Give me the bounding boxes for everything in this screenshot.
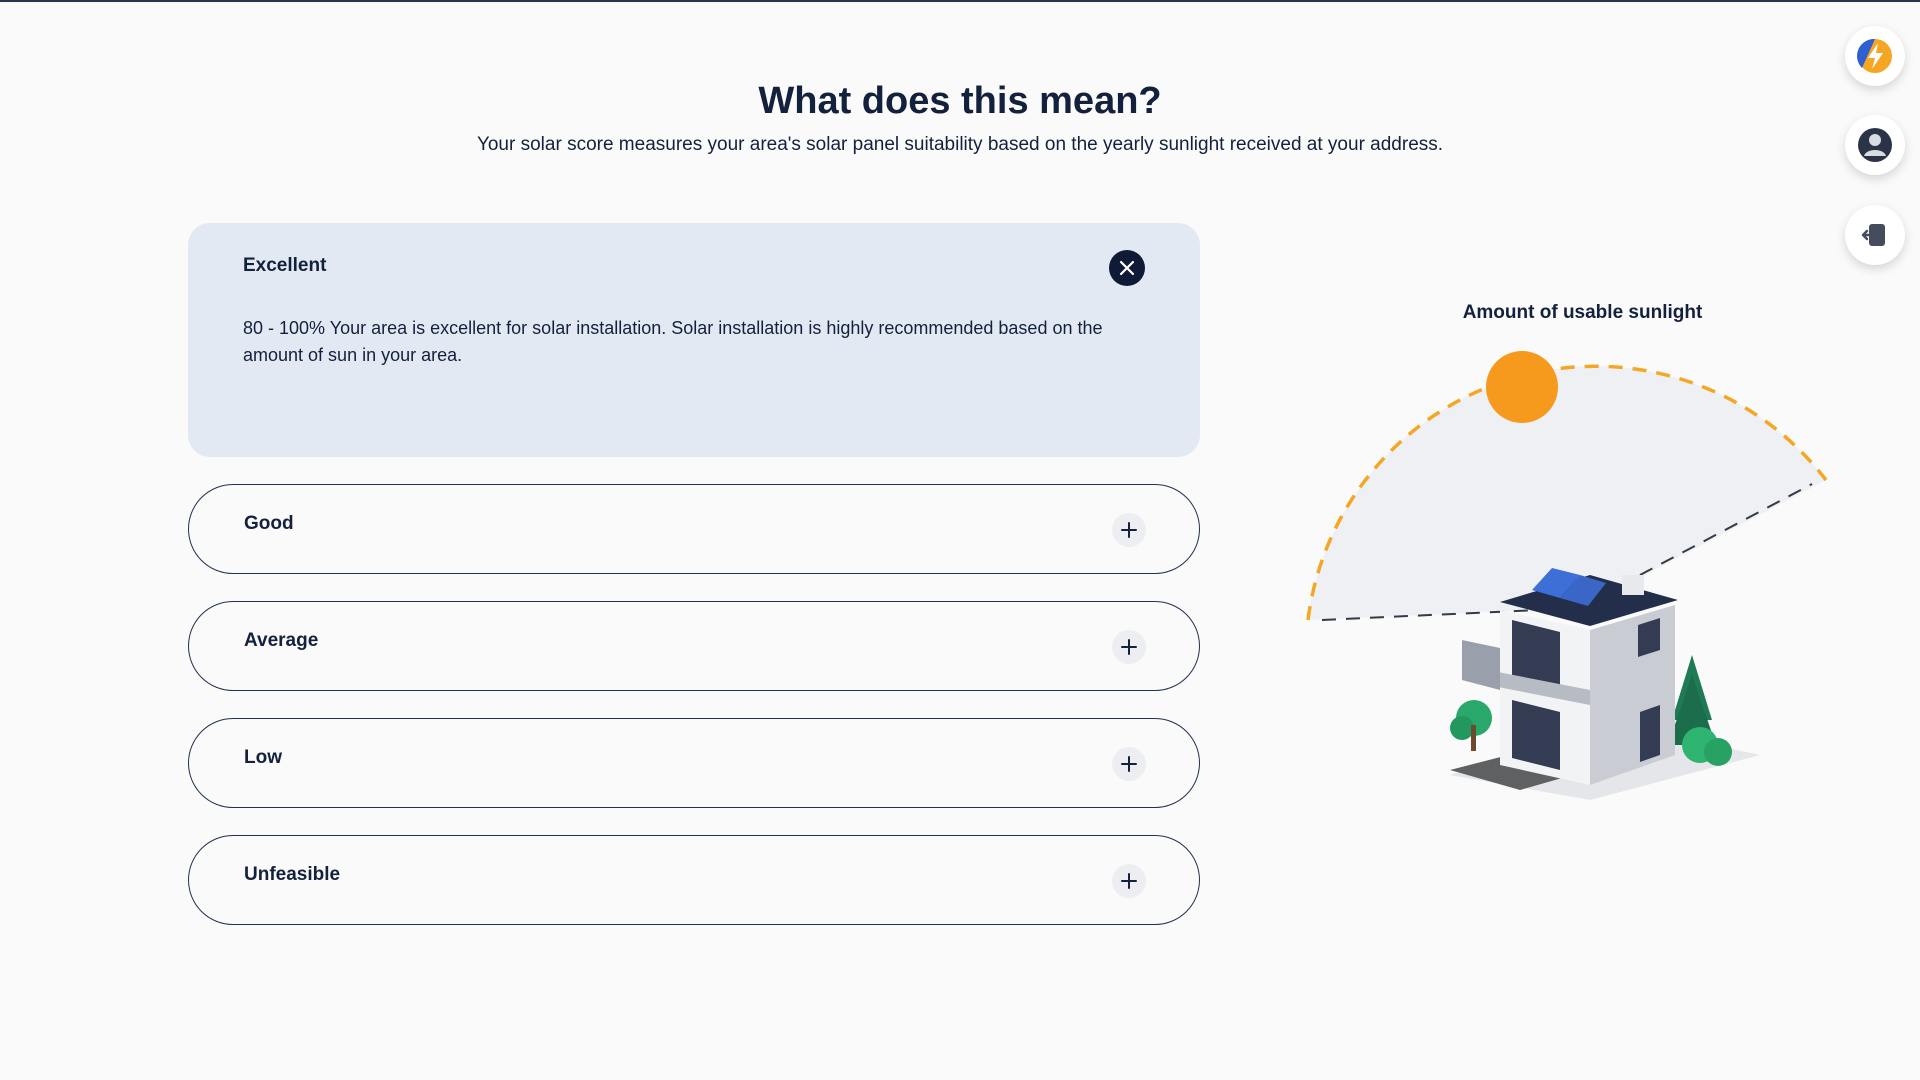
page-title: What does this mean? (758, 80, 1162, 122)
accordion-item-low[interactable]: Low (188, 718, 1200, 808)
accordion-title: Good (244, 513, 294, 534)
score-accordion: Excellent 80 - 100% Your area is excelle… (188, 223, 1200, 952)
accordion-item-excellent: Excellent 80 - 100% Your area is excelle… (188, 223, 1200, 457)
accordion-title: Average (244, 630, 319, 651)
expand-button[interactable] (1112, 864, 1146, 898)
collapse-button[interactable] (1109, 250, 1145, 286)
accordion-title[interactable]: Excellent (243, 255, 326, 277)
plus-icon (1121, 639, 1137, 655)
logout-icon (1861, 224, 1885, 246)
close-icon (1119, 260, 1135, 276)
illustration-title: Amount of usable sunlight (1462, 302, 1703, 323)
page-subtitle: Your solar score measures your area's so… (476, 134, 1444, 155)
accordion-item-average[interactable]: Average (188, 601, 1200, 691)
logout-button[interactable] (1845, 205, 1905, 265)
accordion-description: 80 - 100% Your area is excellent for sol… (243, 318, 1103, 365)
plus-icon (1121, 522, 1137, 538)
accordion-item-good[interactable]: Good (188, 484, 1200, 574)
expand-button[interactable] (1112, 747, 1146, 781)
plus-icon (1121, 756, 1137, 772)
sunlight-illustration (1306, 351, 1828, 800)
bolt-logo-icon (1857, 38, 1892, 73)
user-profile-button[interactable] (1845, 115, 1905, 175)
expand-button[interactable] (1112, 513, 1146, 547)
sun-icon (1486, 351, 1558, 423)
accordion-item-unfeasible[interactable]: Unfeasible (188, 835, 1200, 925)
accordion-title: Unfeasible (244, 864, 341, 885)
app-logo-button[interactable] (1845, 26, 1905, 86)
accordion-title: Low (244, 747, 282, 768)
user-icon (1858, 128, 1892, 162)
expand-button[interactable] (1112, 630, 1146, 664)
plus-icon (1121, 873, 1137, 889)
top-border (0, 0, 1920, 2)
